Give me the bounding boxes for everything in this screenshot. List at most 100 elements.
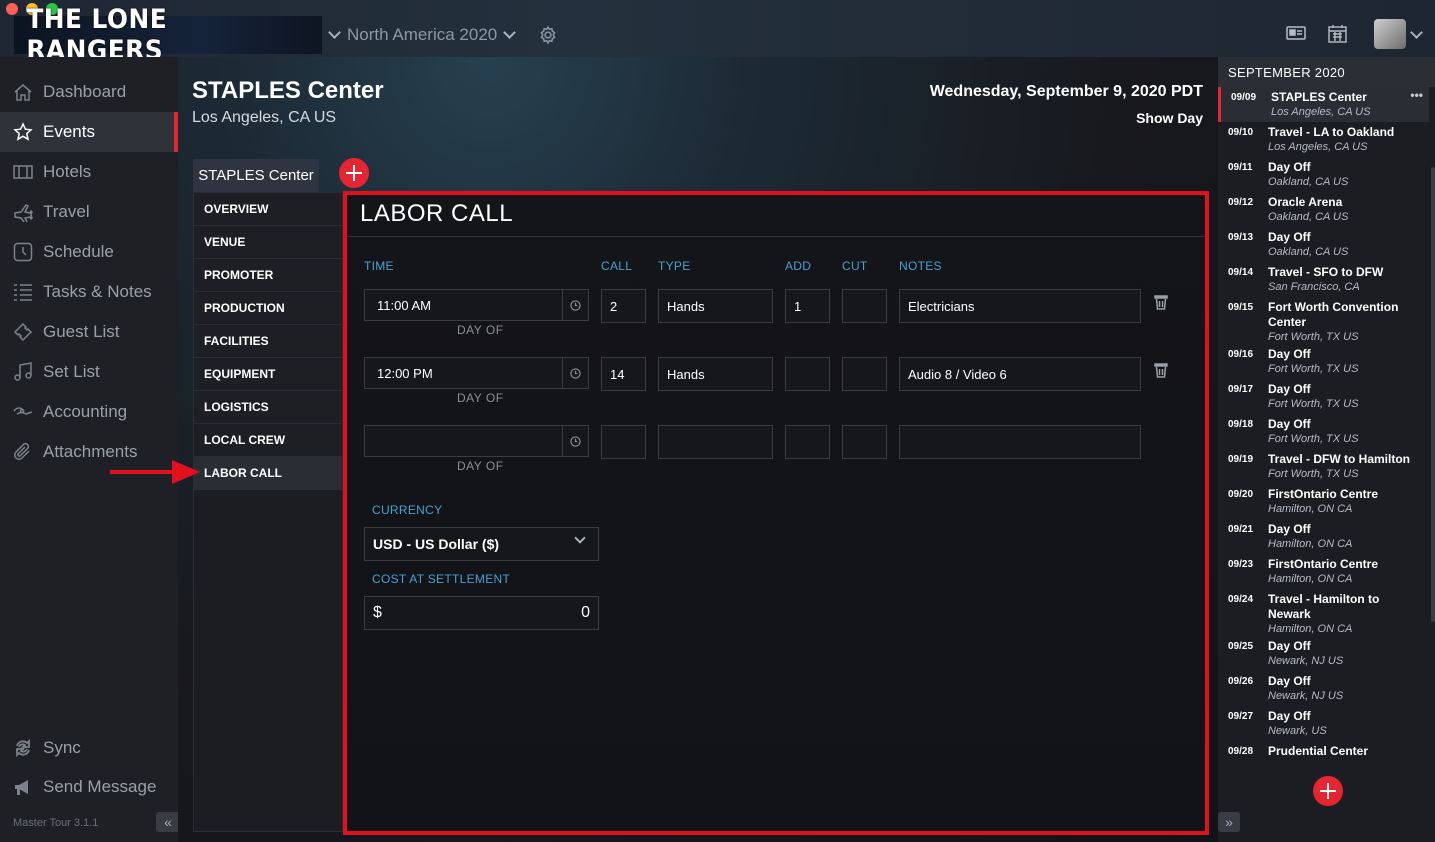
day-entry[interactable]: 09/18 Day Off Fort Worth, TX US [1218,414,1429,449]
day-entry[interactable]: 09/12 Oracle Arena Oakland, CA US [1218,192,1429,227]
day-date: 09/09 [1231,92,1257,103]
sidebar-item-label: Guest List [43,322,120,341]
column-header-call: CALL [601,259,633,273]
cost-at-settlement-input[interactable]: $ 0 [364,596,599,630]
divider [344,236,1206,237]
day-entry[interactable]: 09/25 Day Off Newark, NJ US [1218,636,1429,671]
day-date: 09/28 [1228,746,1254,757]
day-entry[interactable]: 09/28 Prudential Center [1218,741,1429,759]
add-input[interactable] [785,425,830,459]
section-local-crew[interactable]: LOCAL CREW [194,424,342,457]
day-entry[interactable]: 09/27 Day Off Newark, US [1218,706,1429,741]
cost-at-settlement-label: COST AT SETTLEMENT [372,572,511,586]
gear-icon[interactable] [538,25,558,45]
time-input[interactable] [364,425,589,457]
trash-icon[interactable] [1154,362,1168,378]
annotation-arrow-icon [110,460,200,484]
cut-input[interactable] [842,357,887,391]
day-entry[interactable]: 09/09 STAPLES Center Los Angeles, CA US … [1218,87,1429,122]
add-day-button[interactable] [1313,776,1343,806]
window-close-button[interactable] [6,3,18,15]
section-overview[interactable]: OVERVIEW [194,193,342,226]
section-promoter[interactable]: PROMOTER [194,259,342,292]
day-of-label: DAY OF [457,391,504,405]
month-header: SEPTEMBER 2020 [1218,57,1435,87]
day-entry[interactable]: 09/19 Travel - DFW to Hamilton Fort Worth,… [1218,449,1429,484]
trash-icon[interactable] [1154,294,1168,310]
add-input[interactable] [785,357,830,391]
day-entry[interactable]: 09/15 Fort Worth Convention Center Fort Wo… [1218,297,1429,344]
section-logistics[interactable]: LOGISTICS [194,391,342,424]
day-subtitle: Newark, NJ US [1268,655,1344,667]
cost-value: 0 [581,604,590,621]
call-input[interactable] [601,425,646,459]
day-entry[interactable]: 09/26 Day Off Newark, NJ US [1218,671,1429,706]
day-date: 09/19 [1228,454,1254,465]
day-entry[interactable]: 09/24 Travel - Hamilton to Newark Hamilton… [1218,589,1429,636]
sidebar-item-dashboard[interactable]: Dashboard [0,72,178,112]
sidebar-item-label: Travel [43,202,90,221]
type-input[interactable] [658,425,773,459]
expand-calendar-button[interactable]: » [1218,812,1240,832]
ticket-icon [12,322,33,343]
day-entry[interactable]: 09/11 Day Off Oakland, CA US [1218,157,1429,192]
send-message-button[interactable]: Send Message [0,767,178,807]
cut-input[interactable] [842,289,887,323]
clock-icon[interactable] [562,289,589,321]
contact-card-icon[interactable] [1286,25,1306,41]
day-entry[interactable]: 09/16 Day Off Fort Worth, TX US [1218,344,1429,379]
day-title: FirstOntario Centre [1268,557,1379,571]
currency-select[interactable]: USD - US Dollar ($) [364,527,599,561]
day-list: 09/09 STAPLES Center Los Angeles, CA US … [1218,87,1429,759]
tour-selector[interactable]: North America 2020 [328,22,517,48]
cut-input[interactable] [842,425,887,459]
section-production[interactable]: PRODUCTION [194,292,342,325]
section-venue[interactable]: VENUE [194,226,342,259]
sidebar-item-guest-list[interactable]: Guest List [0,312,178,352]
sidebar-item-travel[interactable]: Travel [0,192,178,232]
sidebar-item-tasks-notes[interactable]: Tasks & Notes [0,272,178,312]
time-input[interactable]: 11:00 AM [364,289,589,321]
day-entry[interactable]: 09/13 Day Off Oakland, CA US [1218,227,1429,262]
calendar-scrollbar[interactable] [1431,167,1435,622]
day-entry[interactable]: 09/17 Day Off Fort Worth, TX US [1218,379,1429,414]
call-input[interactable]: 14 [601,357,646,391]
notes-input[interactable]: Electricians [899,289,1141,323]
sidebar-item-schedule[interactable]: Schedule [0,232,178,272]
time-input[interactable]: 12:00 PM [364,357,589,389]
tab-staples-center[interactable]: STAPLES Center [193,159,319,192]
sidebar-item-set-list[interactable]: Set List [0,352,178,392]
sidebar-item-events[interactable]: Events [0,112,178,152]
clock-icon[interactable] [562,425,589,457]
clock-icon[interactable] [562,357,589,389]
day-title: Oracle Arena [1268,195,1343,209]
calendar-sidebar: SEPTEMBER 2020 09/09 STAPLES Center Los … [1218,57,1435,842]
day-entry[interactable]: 09/21 Day Off Hamilton, ON CA [1218,519,1429,554]
sidebar-item-hotels[interactable]: Hotels [0,152,178,192]
notes-input[interactable] [899,425,1141,459]
notes-input[interactable]: Audio 8 / Video 6 [899,357,1141,391]
type-input[interactable]: Hands [658,289,773,323]
more-icon[interactable]: ••• [1410,88,1423,102]
day-entry[interactable]: 09/10 Travel - LA to Oakland Los Angeles, … [1218,122,1429,157]
collapse-sidebar-button[interactable]: « [156,812,180,832]
day-entry[interactable]: 09/14 Travel - SFO to DFW San Francisco, C… [1218,262,1429,297]
call-input[interactable]: 2 [601,289,646,323]
calendar-icon[interactable] [1328,24,1347,43]
type-input[interactable]: Hands [658,357,773,391]
day-subtitle: Fort Worth, TX US [1268,398,1359,410]
add-venue-button[interactable] [339,158,369,188]
section-equipment[interactable]: EQUIPMENT [194,358,342,391]
panel-title: LABOR CALL [360,200,514,227]
section-facilities[interactable]: FACILITIES [194,325,342,358]
day-subtitle: Newark, US [1268,725,1327,737]
day-entry[interactable]: 09/20 FirstOntario Centre Hamilton, ON CA [1218,484,1429,519]
day-date: 09/16 [1228,349,1254,360]
section-labor-call[interactable]: LABOR CALL [194,457,342,490]
day-entry[interactable]: 09/23 FirstOntario Centre Hamilton, ON CA [1218,554,1429,589]
avatar[interactable] [1374,19,1406,49]
sync-button[interactable]: Sync [0,728,178,768]
chevron-down-icon[interactable] [1410,26,1423,39]
sidebar-item-accounting[interactable]: Accounting [0,392,178,432]
add-input[interactable]: 1 [785,289,830,323]
